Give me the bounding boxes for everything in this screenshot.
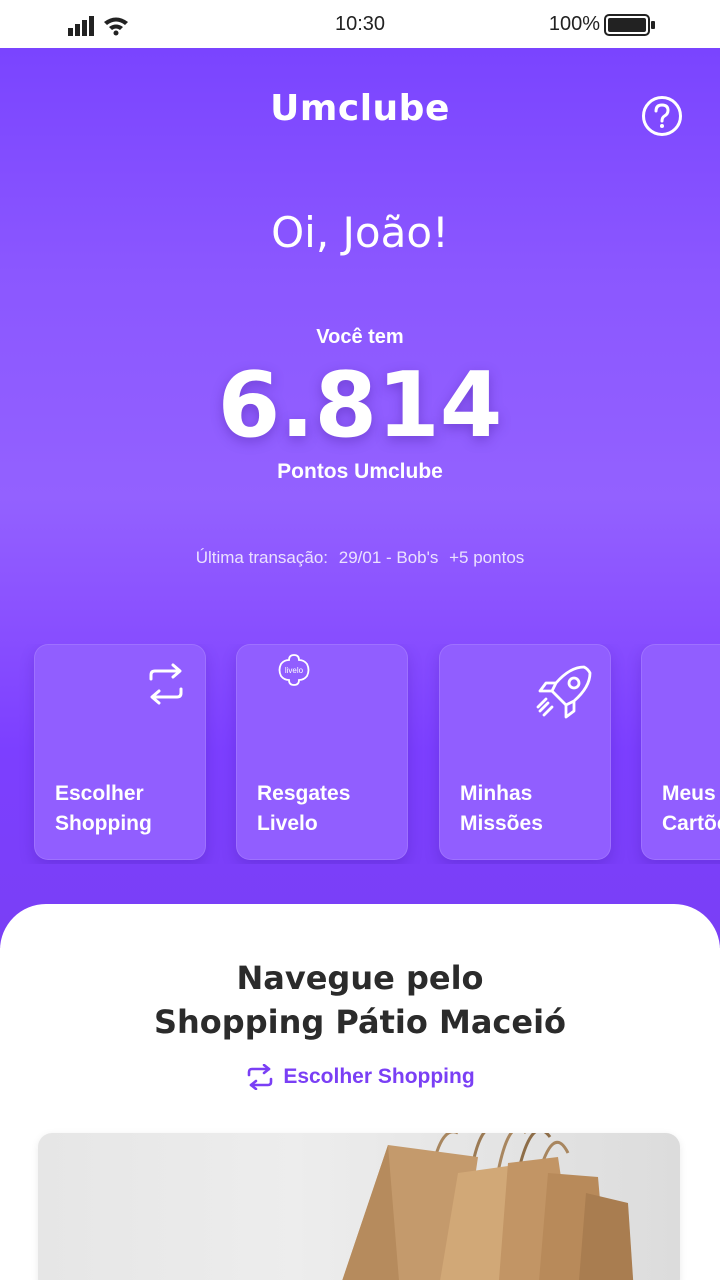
card-label: Meus Cartões xyxy=(662,782,720,835)
question-circle-icon[interactable] xyxy=(640,94,684,138)
card-minhas-missoes[interactable]: Minhas Missões xyxy=(439,644,611,860)
shopping-banner[interactable] xyxy=(38,1133,680,1280)
card-resgates-livelo[interactable]: livelo Resgates Livelo xyxy=(236,644,408,860)
choose-shopping-label: Escolher Shopping xyxy=(283,1065,475,1088)
swap-arrows-icon xyxy=(248,1064,273,1090)
rocket-icon xyxy=(536,665,592,719)
choose-shopping-link[interactable]: Escolher Shopping xyxy=(0,1064,720,1090)
last-transaction: Última transação: 29/01 - Bob's +5 ponto… xyxy=(0,548,720,568)
battery-percent: 100% xyxy=(548,13,600,35)
points-prefix: Você tem xyxy=(316,326,404,348)
swap-arrows-icon xyxy=(149,663,183,705)
battery-icon xyxy=(604,14,655,36)
shopping-bags-image xyxy=(342,1133,634,1280)
section-title: Navegue pelo Shopping Pátio Maceió xyxy=(153,959,567,1041)
last-transaction-points: +5 pontos xyxy=(449,548,525,567)
points-balance: 6.814 xyxy=(217,353,503,458)
livelo-logo-icon: livelo xyxy=(278,654,310,686)
card-label: Resgates Livelo xyxy=(257,782,351,835)
points-label: Pontos Umclube xyxy=(277,460,443,483)
last-transaction-label: Última transação: xyxy=(195,548,328,567)
last-transaction-detail: 29/01 - Bob's xyxy=(338,548,439,567)
brand-logo: Umclube xyxy=(270,88,450,129)
svg-text:livelo: livelo xyxy=(285,666,304,675)
action-cards: Escolher Shopping livelo Resgates Livelo… xyxy=(0,644,720,864)
card-label: Escolher Shopping xyxy=(55,782,152,835)
card-meus-cartoes[interactable]: Meus Cartões xyxy=(641,644,720,860)
card-label: Minhas Missões xyxy=(460,782,543,835)
card-escolher-shopping[interactable]: Escolher Shopping xyxy=(34,644,206,860)
greeting: Oi, João! xyxy=(271,208,449,257)
status-bar: 10:30 100% xyxy=(0,0,720,48)
